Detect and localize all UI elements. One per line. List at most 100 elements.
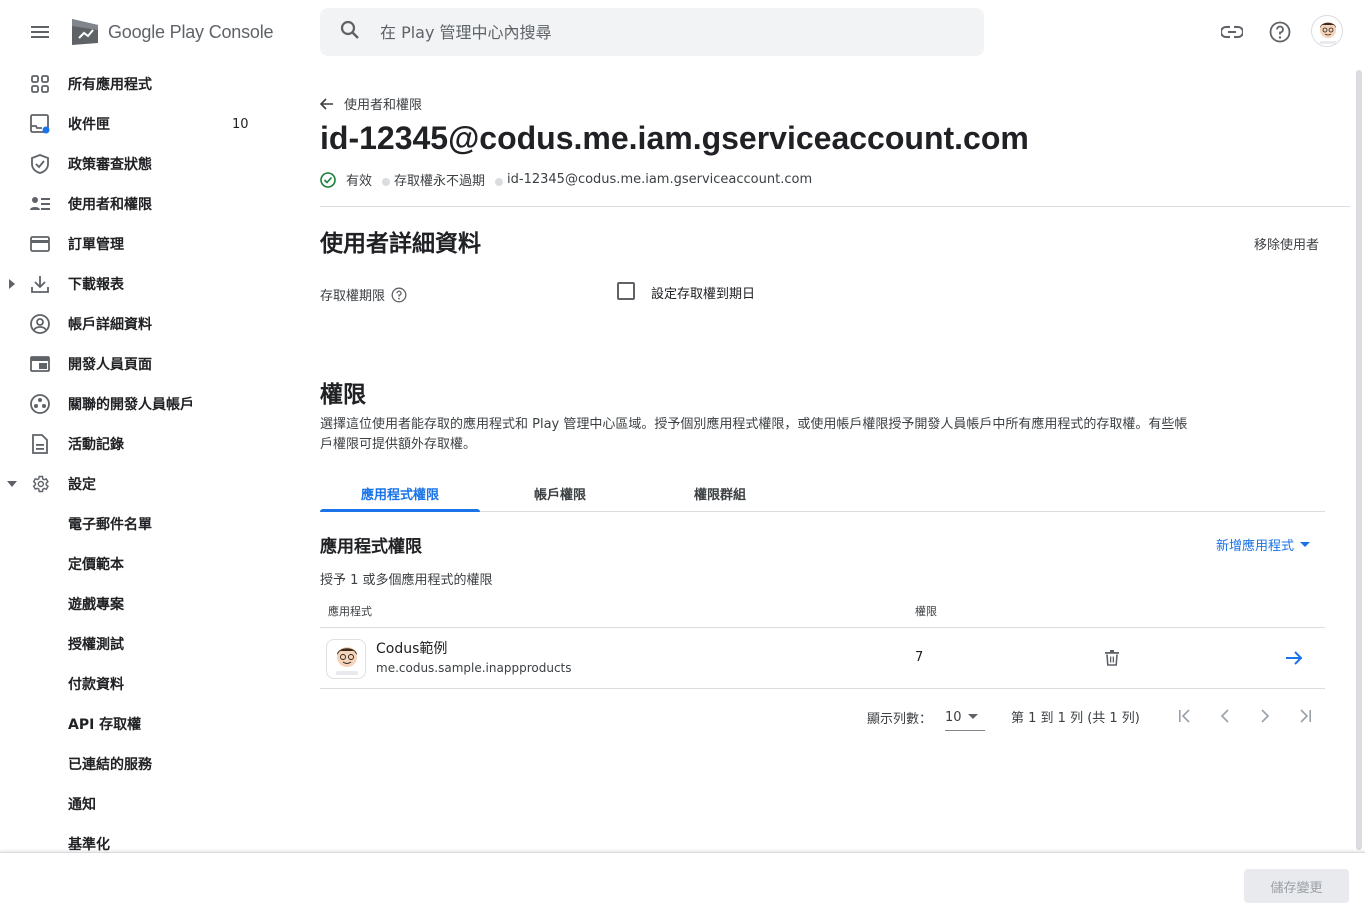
app-avatar-face-icon [336, 647, 358, 675]
access-expiry-text: 存取權期限 [320, 289, 386, 304]
search-icon[interactable] [340, 20, 360, 44]
back-link-label: 使用者和權限 [344, 98, 423, 113]
sidebar-item-linked-accounts[interactable]: 關聯的開發人員帳戶 [0, 384, 296, 424]
download-icon [30, 274, 50, 294]
sidebar-sub-benchmarking[interactable]: 基準化 [0, 824, 296, 852]
sidebar-header: Google Play Console [0, 0, 296, 64]
rows-per-page-select[interactable]: 10 [945, 704, 985, 731]
sidebar: Google Play Console 所有應用程式 收件匣 10 政策審查狀態… [0, 0, 296, 852]
app-icon [326, 639, 366, 679]
sidebar-item-label: 政策審查狀態 [68, 157, 152, 173]
first-page-icon[interactable] [1173, 704, 1197, 728]
app-name: Codus範例 [376, 641, 448, 657]
last-page-icon[interactable] [1293, 704, 1317, 728]
separator-dot [495, 177, 504, 186]
web-page-icon [30, 354, 50, 374]
sidebar-item-settings[interactable]: 設定 [0, 464, 296, 504]
sidebar-item-all-apps[interactable]: 所有應用程式 [0, 64, 296, 104]
google-play-console-logo[interactable]: Google Play Console [70, 17, 274, 47]
rows-per-page-value: 10 [945, 709, 962, 725]
add-app-label: 新增應用程式 [1216, 539, 1295, 554]
page-scrollbar[interactable] [1356, 70, 1362, 850]
tab-account-permissions[interactable]: 帳戶權限 [480, 475, 640, 511]
sidebar-item-label: 使用者和權限 [68, 197, 152, 213]
help-circle-icon[interactable] [391, 287, 407, 303]
sidebar-nav: 所有應用程式 收件匣 10 政策審查狀態 使用者和權限 訂單管理 下載報表 帳戶… [0, 64, 296, 852]
sidebar-item-developer-page[interactable]: 開發人員頁面 [0, 344, 296, 384]
document-icon [30, 434, 50, 454]
hamburger-menu-icon[interactable] [28, 20, 52, 44]
tab-app-permissions[interactable]: 應用程式權限 [320, 475, 480, 512]
save-changes-button[interactable]: 儲存變更 [1244, 869, 1349, 903]
set-expiry-checkbox[interactable] [617, 282, 635, 300]
linked-accounts-icon [30, 394, 50, 414]
pagination-range: 第 1 到 1 列 (共 1 列) [1011, 711, 1140, 726]
remove-user-button[interactable]: 移除使用者 [1254, 234, 1319, 253]
tab-permission-groups[interactable]: 權限群組 [640, 475, 800, 511]
sidebar-sub-game-projects[interactable]: 遊戲專案 [0, 584, 296, 624]
shield-check-icon [30, 154, 50, 174]
sidebar-sub-payments-profile[interactable]: 付款資料 [0, 664, 296, 704]
sidebar-sub-linked-services[interactable]: 已連結的服務 [0, 744, 296, 784]
arrow-back-icon [320, 97, 334, 110]
expand-caret-icon[interactable] [7, 279, 17, 289]
arrow-forward-icon[interactable] [1282, 646, 1306, 670]
permissions-heading: 權限 [320, 382, 366, 408]
user-avatar[interactable] [1311, 15, 1343, 47]
help-icon[interactable] [1268, 20, 1292, 44]
grant-description: 授予 1 或多個應用程式的權限 [320, 573, 493, 588]
sidebar-sub-notifications[interactable]: 通知 [0, 784, 296, 824]
sidebar-item-label: 關聯的開發人員帳戶 [68, 397, 194, 413]
sidebar-sub-license-testing[interactable]: 授權測試 [0, 624, 296, 664]
trash-icon[interactable] [1102, 648, 1122, 668]
add-app-button[interactable]: 新增應用程式 [1216, 535, 1311, 554]
sidebar-item-activity-log[interactable]: 活動記錄 [0, 424, 296, 464]
access-expiry-label: 存取權期限 [320, 285, 407, 304]
set-expiry-checkbox-label: 設定存取權到期日 [651, 287, 756, 302]
back-link[interactable]: 使用者和權限 [320, 94, 422, 113]
search-bar[interactable] [320, 8, 984, 56]
sidebar-item-account-details[interactable]: 帳戶詳細資料 [0, 304, 296, 344]
sidebar-sub-email-lists[interactable]: 電子郵件名單 [0, 504, 296, 544]
next-page-icon[interactable] [1253, 704, 1277, 728]
app-name: Google Play Console [108, 21, 274, 43]
dropdown-arrow-icon [1300, 541, 1311, 548]
status-email: id-12345@codus.me.iam.gserviceaccount.co… [507, 172, 813, 187]
gear-icon [30, 474, 50, 494]
credit-card-icon [30, 234, 50, 254]
footer-bar: 儲存變更 [0, 852, 1365, 919]
user-details-heading: 使用者詳細資料 [320, 231, 481, 257]
separator-dot [382, 177, 391, 186]
table-header: 應用程式 權限 [320, 594, 1325, 628]
sidebar-item-label: 設定 [68, 477, 96, 493]
pagination: 顯示列數： 10 第 1 到 1 列 (共 1 列) [320, 704, 1325, 736]
collapse-caret-icon[interactable] [7, 479, 17, 489]
top-bar [296, 0, 1365, 64]
sidebar-item-order-management[interactable]: 訂單管理 [0, 224, 296, 264]
table-row[interactable]: Codus範例 me.codus.sample.inappproducts 7 [320, 628, 1325, 689]
link-icon[interactable] [1220, 20, 1244, 44]
sidebar-item-label: 活動記錄 [68, 437, 124, 453]
app-permissions-table: 應用程式 權限 Codus範例 me.codus.sample.inapppro… [320, 594, 1325, 689]
account-circle-icon [30, 314, 50, 334]
user-status-row: 有效 存取權永不過期 id-12345@codus.me.iam.gservic… [320, 170, 812, 189]
sidebar-sub-pricing-templates[interactable]: 定價範本 [0, 544, 296, 584]
sidebar-sub-api-access[interactable]: API 存取權 [0, 704, 296, 744]
app-name-prefix: Google Play [108, 21, 204, 42]
previous-page-icon[interactable] [1213, 704, 1237, 728]
sidebar-item-label: 收件匣 [68, 117, 110, 133]
inbox-icon [30, 114, 50, 134]
sidebar-item-policy-status[interactable]: 政策審查狀態 [0, 144, 296, 184]
divider [320, 206, 1350, 207]
column-header-app[interactable]: 應用程式 [328, 603, 372, 619]
dropdown-arrow-icon [967, 714, 978, 720]
column-header-permissions[interactable]: 權限 [915, 603, 937, 619]
play-console-logo-icon [72, 19, 98, 45]
rows-per-page-label: 顯示列數： [867, 712, 933, 727]
sidebar-item-inbox[interactable]: 收件匣 10 [0, 104, 296, 144]
sidebar-item-label: 下載報表 [68, 277, 124, 293]
sidebar-item-download-reports[interactable]: 下載報表 [0, 264, 296, 304]
page-title: id-12345@codus.me.iam.gserviceaccount.co… [320, 120, 1029, 156]
sidebar-item-users-permissions[interactable]: 使用者和權限 [0, 184, 296, 224]
search-input[interactable] [380, 22, 940, 42]
